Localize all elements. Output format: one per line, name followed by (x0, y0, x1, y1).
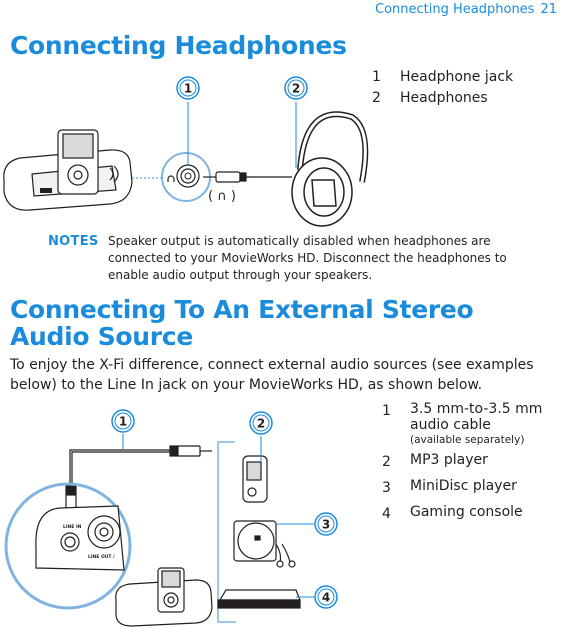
intro-paragraph: To enjoy the X-Fi difference, connect ex… (10, 357, 534, 393)
minidisc-player-illustration (233, 520, 296, 568)
callout-4-number: 4 (322, 591, 330, 605)
notes-block: NOTES Speaker output is automatically di… (48, 233, 548, 284)
legend-number: 1 (372, 69, 381, 85)
callout-2-number: 2 (292, 82, 300, 96)
legend-item: 2 MP3 player (382, 452, 562, 473)
legend-item: 2 Headphones (372, 88, 513, 109)
figure1-legend: 1 Headphone jack 2 Headphones (372, 67, 513, 109)
line-in-panel-illustration (35, 505, 125, 571)
movieworks-dock-illustration (115, 567, 213, 627)
legend-item: 3 MiniDisc player (382, 478, 562, 499)
legend-item: 4 Gaming console (382, 504, 562, 525)
headphones-illustration (291, 111, 369, 227)
legend-label: MP3 player (410, 452, 488, 468)
audio-cable (65, 445, 212, 514)
legend-number: 4 (382, 506, 391, 522)
section-title-external-audio: Connecting To An External Stereo Audio S… (10, 295, 474, 351)
legend-number: 3 (382, 480, 391, 496)
callout-1-number: 1 (119, 415, 127, 429)
line-in-label: LINE IN (63, 524, 82, 530)
legend-item: 1 3.5 mm-to-3.5 mm audio cable (available … (382, 401, 562, 447)
section-title-headphones: Connecting Headphones (10, 31, 347, 60)
legend-label: Gaming console (410, 504, 523, 520)
notes-label: NOTES (48, 234, 99, 249)
figure2-legend: 1 3.5 mm-to-3.5 mm audio cable (available … (382, 401, 562, 530)
legend-label: Headphone jack (400, 69, 514, 85)
legend-sublabel: (available separately) (410, 434, 525, 446)
legend-item: 1 Headphone jack (372, 67, 513, 88)
callout-1-number: 1 (184, 82, 192, 96)
headphone-symbol-label: ( ∩ ) (208, 189, 236, 204)
headphones-connection-figure: ( ∩ ) 1 2 (3, 76, 369, 227)
running-header: Connecting Headphones 21 (375, 0, 557, 20)
legend-number: 1 (382, 403, 391, 419)
legend-label: MiniDisc player (410, 478, 517, 494)
legend-label: Headphones (400, 90, 488, 106)
gaming-console-illustration (217, 589, 301, 609)
line-out-label: LINE OUT / (88, 554, 115, 560)
callout-3-number: 3 (322, 518, 330, 532)
external-audio-figure: LINE IN LINE OUT / 1 2 3 4 (4, 409, 338, 627)
headphone-plug (203, 171, 292, 183)
page-number: 21 (540, 2, 557, 17)
movieworks-dock-illustration (3, 129, 133, 211)
callout-2-number: 2 (257, 417, 265, 431)
legend-number: 2 (382, 454, 391, 470)
notes-text: Speaker output is automatically disabled… (108, 234, 507, 282)
legend-label: 3.5 mm-to-3.5 mm audio cable (410, 401, 543, 433)
running-header-title: Connecting Headphones (375, 2, 535, 17)
mp3-player-illustration (242, 455, 268, 503)
legend-number: 2 (372, 90, 381, 106)
